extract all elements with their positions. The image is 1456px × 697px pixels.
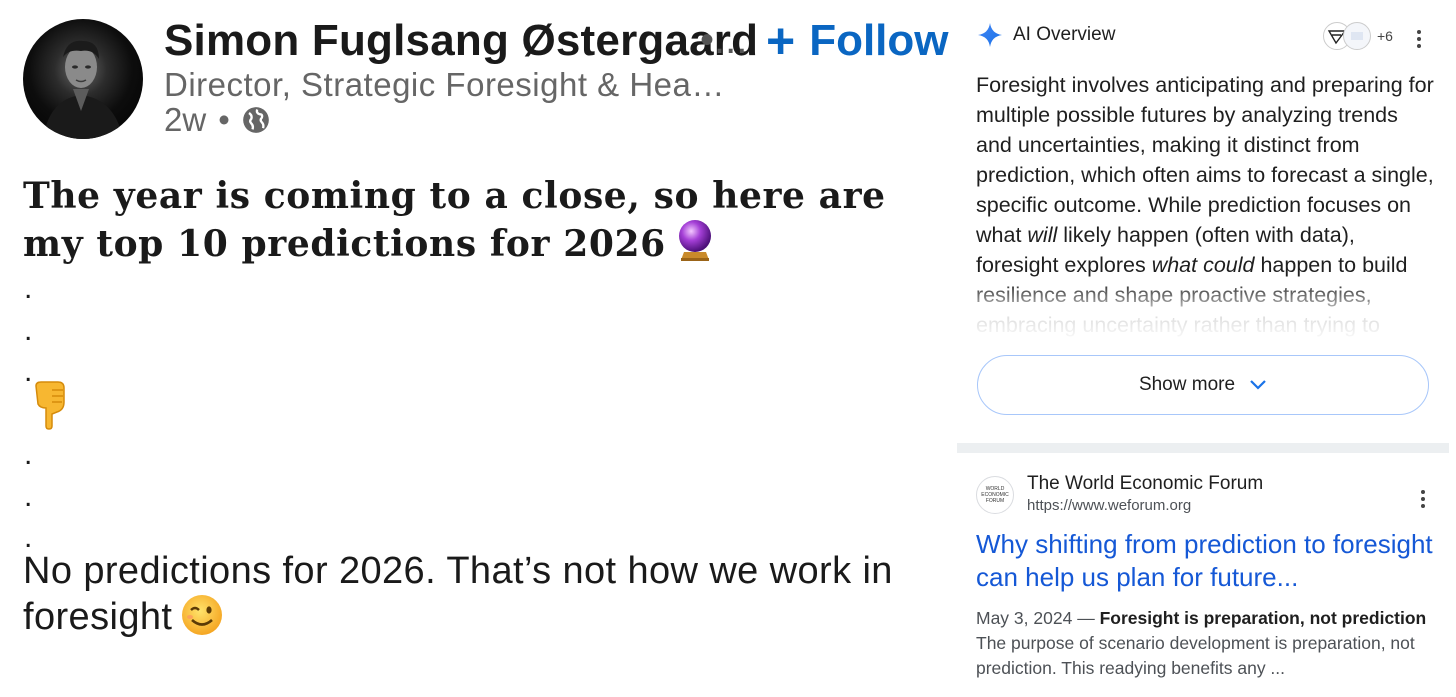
author-name[interactable]: Simon Fuglsang Østergaard xyxy=(164,16,758,66)
result-menu-icon[interactable] xyxy=(1420,487,1426,509)
source-favicon-icon xyxy=(1343,22,1371,50)
result-snippet: May 3, 2024 — Foresight is preparation, … xyxy=(976,606,1436,681)
gemini-sparkle-icon xyxy=(978,23,1002,47)
result-site-name[interactable]: The World Economic Forum xyxy=(1027,473,1263,495)
result-date: May 3, 2024 xyxy=(976,608,1073,628)
winking-face-emoji xyxy=(182,595,223,635)
snippet-text: The purpose of scenario development is p… xyxy=(976,633,1415,678)
logo-text: WORLD ECONOMIC FORUM xyxy=(981,486,1009,504)
search-result: WORLD ECONOMIC FORUM The World Economic … xyxy=(957,453,1456,697)
spacer-dot: . xyxy=(24,314,33,347)
plus-icon: + xyxy=(766,13,796,69)
ai-text-part: Foresight involves anticipating and prep… xyxy=(976,73,1434,247)
post-body: No predictions for 2026. That’s not how … xyxy=(23,550,923,639)
follow-button[interactable]: + Follow xyxy=(766,16,949,66)
spacer-dot: . xyxy=(24,272,33,305)
post-title-text: The year is coming to a close, so here a… xyxy=(23,175,886,265)
spacer-dot: . xyxy=(24,480,33,513)
source-chips[interactable]: +6 xyxy=(1323,22,1393,50)
source-count: +6 xyxy=(1377,28,1393,44)
snippet-bold: Foresight is preparation, not prediction xyxy=(1099,608,1427,628)
ai-text-emphasis: will xyxy=(1027,223,1058,247)
avatar[interactable] xyxy=(23,19,143,139)
author-headline: Director, Strategic Foresight & Head of.… xyxy=(164,66,739,103)
show-more-button[interactable]: Show more xyxy=(977,355,1429,415)
linkedin-post: Simon Fuglsang Østergaard •... + Follow … xyxy=(0,0,955,697)
ai-overview-title: AI Overview xyxy=(1013,24,1116,45)
spacer-dot: . xyxy=(24,521,33,554)
author-badge-ellipsis: •... xyxy=(700,18,748,62)
ai-text-fade xyxy=(957,280,1456,360)
ai-text-emphasis: what could xyxy=(1151,253,1255,277)
pointing-down-emoji xyxy=(35,381,65,430)
ai-overview-menu-icon[interactable] xyxy=(1416,27,1422,49)
post-time: 2w xyxy=(164,101,207,138)
post-body-text: No predictions for 2026. That’s not how … xyxy=(23,550,893,638)
show-more-label: Show more xyxy=(1138,374,1236,395)
ai-overview-panel: AI Overview +6 Foresight involves antici… xyxy=(957,0,1456,443)
post-meta: 2w • xyxy=(164,101,270,139)
spacer-dot: . xyxy=(24,438,33,471)
follow-label: Follow xyxy=(809,16,949,65)
wef-logo-icon[interactable]: WORLD ECONOMIC FORUM xyxy=(976,476,1014,514)
result-title-link[interactable]: Why shifting from prediction to foresigh… xyxy=(976,528,1436,594)
globe-icon xyxy=(242,107,269,133)
meta-separator: • xyxy=(218,101,230,138)
chevron-down-icon xyxy=(1250,380,1266,390)
avatar-portrait-icon xyxy=(43,40,123,139)
date-dash: — xyxy=(1077,608,1095,628)
result-url[interactable]: https://www.weforum.org xyxy=(1027,497,1191,514)
section-separator xyxy=(957,443,1449,453)
post-title: The year is coming to a close, so here a… xyxy=(23,174,923,266)
ai-overview-header: AI Overview xyxy=(977,22,1115,48)
crystal-ball-emoji xyxy=(676,218,714,262)
